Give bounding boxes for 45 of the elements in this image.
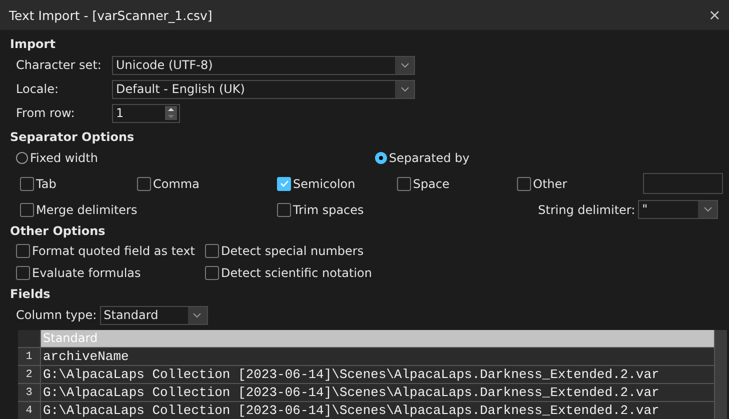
dropdown[interactable]: Default - English (UK) xyxy=(112,80,415,98)
row-number: 3 xyxy=(18,384,41,401)
field-label: String delimiter: xyxy=(538,202,636,216)
section-heading: Fields xyxy=(10,286,52,303)
checkbox-option[interactable]: Detect special numbers xyxy=(205,242,729,260)
field-label: Column type: xyxy=(16,308,97,322)
checkbox-option[interactable]: Semicolon xyxy=(273,174,393,192)
checkbox-option[interactable]: Trim spaces xyxy=(273,200,393,218)
section-heading: Separator Options xyxy=(10,129,136,146)
spin-field[interactable]: 1 xyxy=(112,104,180,122)
checkbox-option[interactable]: Evaluate formulas xyxy=(16,264,205,282)
close-button[interactable]: × xyxy=(700,6,729,24)
dropdown[interactable]: Unicode (UTF-8) xyxy=(112,56,415,74)
section-heading: Import xyxy=(10,36,56,53)
table-cell-text: archiveName xyxy=(42,348,130,365)
scrollbar[interactable] xyxy=(714,330,727,419)
field-label: Locale: xyxy=(16,82,60,96)
chevron-down-icon xyxy=(400,86,408,92)
section-heading: Other Options xyxy=(10,223,106,240)
other-delimiter-field[interactable] xyxy=(643,173,723,194)
checkbox-option[interactable]: Space xyxy=(393,174,513,192)
checkbox-option[interactable]: Tab xyxy=(16,174,133,192)
column-type-dropdown[interactable]: Standard xyxy=(100,306,208,324)
row-number: 1 xyxy=(18,348,41,365)
checkbox-option[interactable]: Comma xyxy=(133,174,273,192)
radio-option[interactable]: Fixed width xyxy=(16,149,273,167)
table-cell-text: G:\AlpacaLaps Collection [2023-06-14]\Scenes\AlpacaLaps.Darkness_Extended.2.var xyxy=(42,366,660,383)
chevron-down-icon xyxy=(193,312,202,318)
field-label: From row: xyxy=(16,106,76,120)
checkbox-option[interactable]: Format quoted field as text xyxy=(16,242,205,260)
checkbox-option[interactable]: Merge delimiters xyxy=(16,200,273,218)
checkbox-option[interactable]: Other xyxy=(513,174,643,192)
row-number: 2 xyxy=(18,366,41,383)
checkbox-option[interactable]: Detect scientific notation xyxy=(205,264,729,282)
field-label: Character set: xyxy=(16,58,102,72)
table-cell-text: G:\AlpacaLaps Collection [2023-06-14]\Scenes\AlpacaLaps.Darkness_Extended.2.var xyxy=(42,384,660,401)
spin-arrows-icon xyxy=(165,106,177,120)
row-number: 4 xyxy=(18,402,41,419)
chevron-down-icon xyxy=(704,207,712,212)
radio-option[interactable]: Separated by xyxy=(273,149,513,167)
checkmark-icon xyxy=(280,180,288,187)
window-title: Text Import - [varScanner_1.csv] xyxy=(9,8,212,22)
table-cell-text: G:\AlpacaLaps Collection [2023-06-14]\Scenes\AlpacaLaps.Darkness_Extended.2.var xyxy=(42,402,660,419)
chevron-down-icon xyxy=(400,62,408,68)
string-delimiter-dropdown[interactable]: " xyxy=(638,200,718,219)
